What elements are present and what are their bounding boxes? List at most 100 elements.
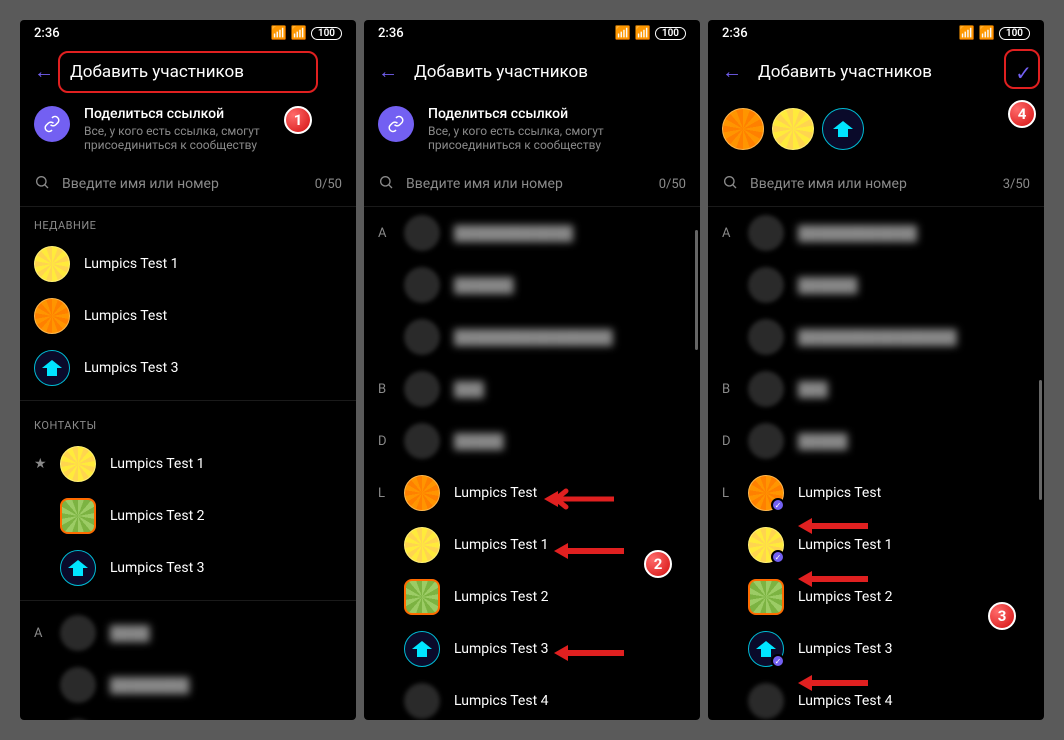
status-icons: 📶 📶 100 xyxy=(270,26,342,41)
contact-name: ███ xyxy=(798,381,828,398)
scrollbar[interactable] xyxy=(1039,380,1042,500)
selected-avatar-icon[interactable] xyxy=(772,108,814,150)
contact-row[interactable]: ██████ xyxy=(364,259,700,311)
annotation-badge-4: 4 xyxy=(1008,100,1036,128)
contact-row[interactable]: L Lumpics Test xyxy=(364,467,700,519)
back-arrow-icon[interactable]: ← xyxy=(722,59,742,84)
signal-icon: 📶 xyxy=(270,26,286,41)
avatar-green-icon xyxy=(748,579,784,615)
divider xyxy=(20,600,356,601)
contact-name: Lumpics Test 3 xyxy=(454,641,549,657)
avatar-blur-icon xyxy=(748,319,784,355)
contact-name: Lumpics Test 2 xyxy=(454,589,549,605)
contact-name: Lumpics Test 2 xyxy=(798,589,893,605)
battery-icon: 100 xyxy=(999,27,1030,40)
avatar-blur-icon xyxy=(748,267,784,303)
contact-name: Lumpics Test 1 xyxy=(110,456,205,472)
section-contacts: КОНТАКТЫ xyxy=(20,407,356,438)
phone-screen-1: 2:36 📶 📶 100 ← Добавить участников 1 Под… xyxy=(20,20,356,720)
contact-row[interactable]: Lumpics Test 4 xyxy=(364,675,700,720)
share-title: Поделиться ссылкой xyxy=(428,106,686,122)
selected-avatar-icon[interactable] xyxy=(822,108,864,150)
contact-row[interactable]: ████████████ xyxy=(20,711,356,720)
letter-L: L xyxy=(722,486,738,501)
status-icons: 📶 📶 100 xyxy=(614,26,686,41)
avatar-blur-icon xyxy=(404,371,440,407)
contact-row[interactable]: ✓ Lumpics Test 3 xyxy=(708,623,1044,675)
signal-icon: 📶 xyxy=(614,26,630,41)
phone-screen-2: 2:36 📶 📶 100 ← Добавить участников Подел… xyxy=(364,20,700,720)
divider xyxy=(20,400,356,401)
contact-name: ████ xyxy=(110,625,150,642)
contact-name: Lumpics Test 1 xyxy=(84,256,179,272)
search-row[interactable]: Введите имя или номер 3/50 xyxy=(708,162,1044,207)
contact-row[interactable]: ██████ xyxy=(708,259,1044,311)
contact-name: Lumpics Test xyxy=(454,485,537,501)
annotation-badge-2: 2 xyxy=(644,550,672,578)
contact-name: ████████████████ xyxy=(454,329,613,346)
annotation-badge-3: 3 xyxy=(988,602,1016,630)
search-icon xyxy=(378,174,394,194)
page-title: Добавить участников xyxy=(758,62,1030,82)
signal-icon: 📶 xyxy=(958,26,974,41)
contact-name: Lumpics Test 3 xyxy=(798,641,893,657)
header: ← Добавить участников xyxy=(20,47,356,96)
search-placeholder: Введите имя или номер xyxy=(406,176,647,192)
selected-check-icon: ✓ xyxy=(771,654,785,668)
contact-row[interactable]: ✓ Lumpics Test 1 xyxy=(708,519,1044,571)
battery-icon: 100 xyxy=(311,27,342,40)
contact-row[interactable]: A ████████████ xyxy=(708,207,1044,259)
contact-name: Lumpics Test 4 xyxy=(454,693,549,709)
avatar-blur-icon xyxy=(404,683,440,719)
contact-row[interactable]: Lumpics Test 3 xyxy=(20,542,356,594)
contact-name: Lumpics Test 4 xyxy=(798,693,893,709)
letter-D: D xyxy=(378,434,394,449)
letter-A: A xyxy=(722,226,738,241)
contact-row[interactable]: A ████████████ xyxy=(364,207,700,259)
scrollbar[interactable] xyxy=(695,230,698,350)
search-row[interactable]: Введите имя или номер 0/50 xyxy=(364,162,700,207)
status-bar: 2:36 📶 📶 100 xyxy=(708,20,1044,47)
contact-row[interactable]: ★ Lumpics Test 1 xyxy=(20,438,356,490)
avatar-yellow-icon xyxy=(404,527,440,563)
selected-avatar-icon[interactable] xyxy=(722,108,764,150)
contact-name: Lumpics Test 2 xyxy=(110,508,205,524)
contact-row[interactable]: Lumpics Test 4 xyxy=(708,675,1044,720)
star-icon: ★ xyxy=(34,456,47,472)
share-link-row[interactable]: Поделиться ссылкой Все, у кого есть ссыл… xyxy=(364,96,700,162)
contact-name: ████████ xyxy=(110,677,189,694)
link-icon xyxy=(378,106,414,142)
contact-row[interactable]: B ███ xyxy=(708,363,1044,415)
selected-contacts-row xyxy=(708,96,1044,162)
avatar-orange-icon xyxy=(404,475,440,511)
back-arrow-icon[interactable]: ← xyxy=(34,59,54,84)
contact-row[interactable]: Lumpics Test 3 xyxy=(20,342,356,394)
status-time: 2:36 xyxy=(722,26,748,41)
contact-row[interactable]: L ✓ Lumpics Test xyxy=(708,467,1044,519)
contact-row[interactable]: Lumpics Test 2 xyxy=(20,490,356,542)
contact-row[interactable]: Lumpics Test xyxy=(20,290,356,342)
wifi-icon: 📶 xyxy=(635,26,651,41)
contact-row[interactable]: ████████ xyxy=(20,659,356,711)
contact-row[interactable]: Lumpics Test 3 xyxy=(364,623,700,675)
letter-L: L xyxy=(378,486,394,501)
search-placeholder: Введите имя или номер xyxy=(750,176,991,192)
selected-check-icon: ✓ xyxy=(771,550,785,564)
wifi-icon: 📶 xyxy=(979,26,995,41)
contact-row[interactable]: ████████████████ xyxy=(708,311,1044,363)
contact-row[interactable]: D █████ xyxy=(708,415,1044,467)
avatar-yellow-icon xyxy=(34,246,70,282)
contact-row[interactable]: Lumpics Test 1 xyxy=(20,238,356,290)
contact-row[interactable]: A ████ xyxy=(20,607,356,659)
contact-row[interactable]: ████████████████ xyxy=(364,311,700,363)
contact-row[interactable]: Lumpics Test 2 xyxy=(364,571,700,623)
contact-name: Lumpics Test xyxy=(798,485,881,501)
status-bar: 2:36 📶 📶 100 xyxy=(364,20,700,47)
contact-row[interactable]: B ███ xyxy=(364,363,700,415)
contact-row[interactable]: D █████ xyxy=(364,415,700,467)
confirm-check-icon[interactable]: ✓ xyxy=(1015,61,1032,85)
annotation-badge-1: 1 xyxy=(284,106,312,134)
back-arrow-icon[interactable]: ← xyxy=(378,59,398,84)
avatar-blur-icon xyxy=(748,215,784,251)
search-row[interactable]: Введите имя или номер 0/50 xyxy=(20,162,356,207)
